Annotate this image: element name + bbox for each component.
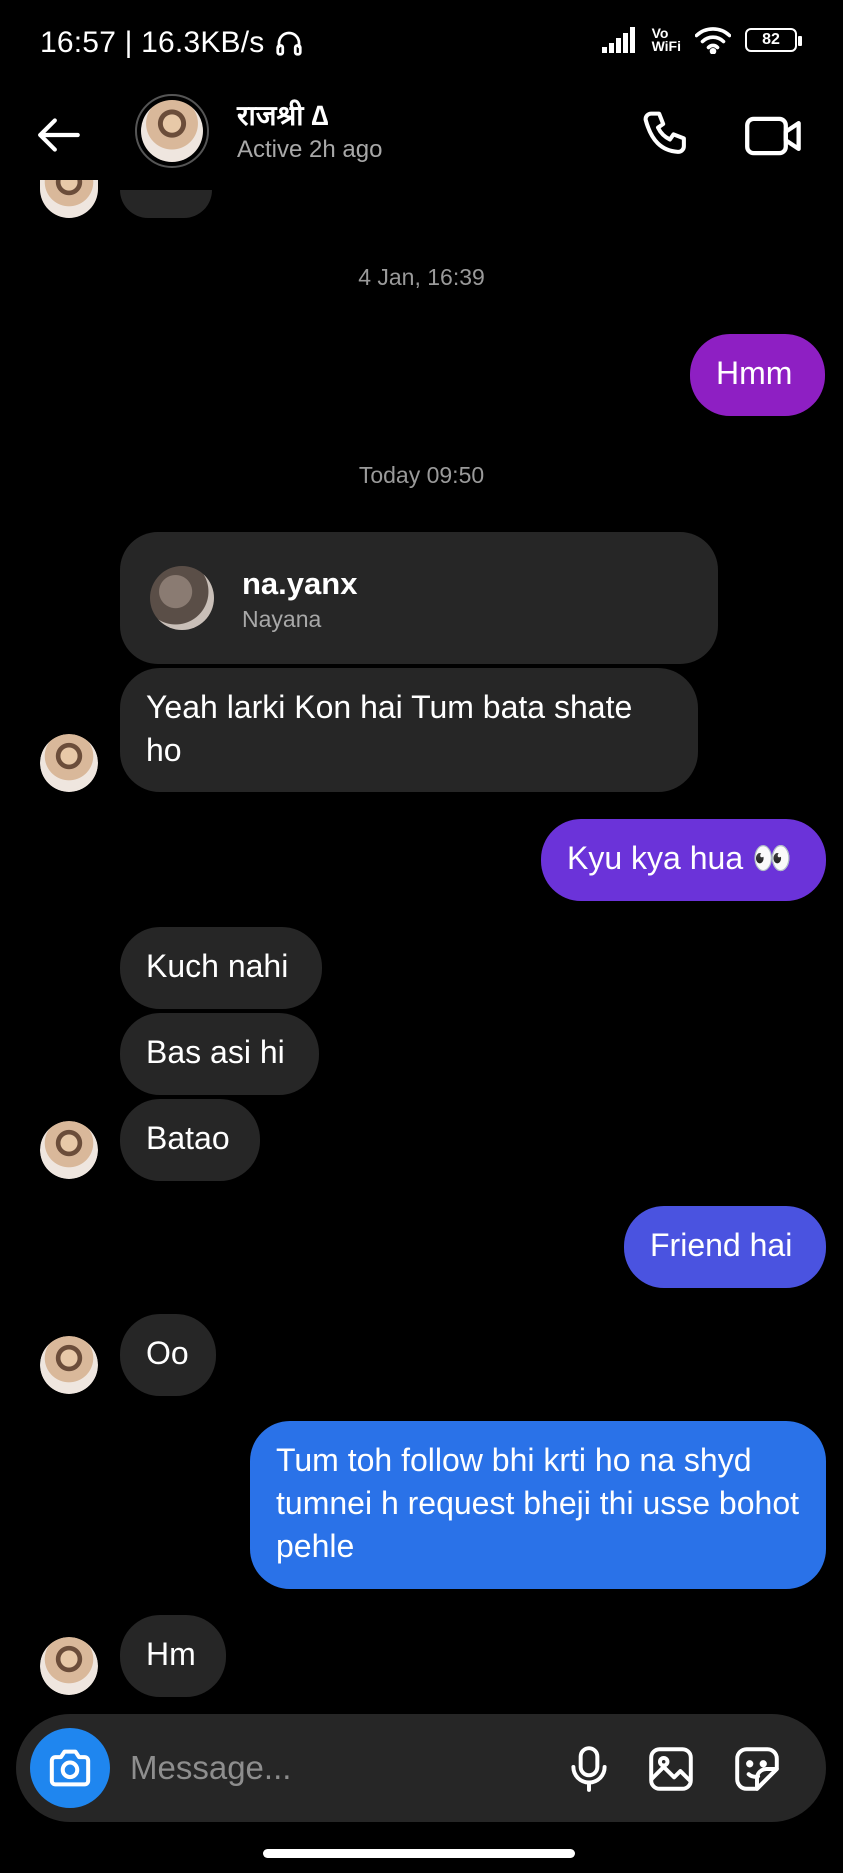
message-composer bbox=[16, 1714, 826, 1822]
signal-icon bbox=[601, 27, 635, 53]
shared-profile-display-name: Nayana bbox=[242, 606, 322, 632]
contact-name[interactable]: राजश्री ∆ bbox=[237, 96, 328, 134]
timestamp-divider: 4 Jan, 16:39 bbox=[358, 264, 485, 290]
headphones-icon bbox=[276, 31, 303, 56]
video-camera-icon[interactable] bbox=[744, 110, 804, 162]
message-input[interactable] bbox=[130, 1742, 470, 1794]
chat-header: राजश्री ∆ Active 2h ago bbox=[0, 92, 843, 182]
battery-indicator: 82 bbox=[745, 28, 802, 52]
message-incoming[interactable]: Kuch nahi bbox=[120, 927, 322, 1009]
message-outgoing[interactable]: Hmm bbox=[690, 334, 825, 416]
status-left: 16:57 | 16.3KB/s bbox=[40, 26, 304, 60]
sender-avatar-partial bbox=[40, 180, 98, 218]
sender-avatar bbox=[40, 1637, 98, 1695]
message-outgoing[interactable]: Friend hai bbox=[624, 1206, 826, 1288]
camera-icon bbox=[49, 1749, 91, 1787]
back-arrow-icon[interactable] bbox=[34, 110, 84, 160]
vowifi-bottom: WiFi bbox=[651, 38, 681, 54]
message-outgoing[interactable]: Tum toh follow bhi krti ho na shyd tumne… bbox=[250, 1421, 826, 1589]
gallery-icon[interactable] bbox=[646, 1744, 696, 1794]
message-incoming[interactable]: Yeah larki Kon hai Tum bata shate ho bbox=[120, 668, 698, 792]
message-outgoing[interactable]: Kyu kya hua 👀 bbox=[541, 819, 826, 901]
wifi-icon bbox=[695, 27, 731, 54]
message-incoming[interactable]: Oo bbox=[120, 1314, 216, 1396]
vowifi-indicator: Vo WiFi bbox=[651, 26, 681, 54]
timestamp-divider: Today 09:50 bbox=[358, 462, 485, 488]
message-incoming[interactable]: Batao bbox=[120, 1099, 260, 1181]
message-incoming[interactable]: Hm bbox=[120, 1615, 226, 1697]
message-incoming[interactable]: Bas asi hi bbox=[120, 1013, 319, 1095]
home-indicator[interactable] bbox=[263, 1849, 575, 1858]
camera-button[interactable] bbox=[30, 1728, 110, 1808]
shared-profile-card[interactable]: na.yanx Nayana bbox=[120, 532, 718, 664]
shared-profile-username: na.yanx bbox=[242, 566, 358, 601]
message-bubble-partial bbox=[120, 190, 212, 218]
sticker-icon[interactable] bbox=[732, 1744, 782, 1794]
status-right: Vo WiFi 82 bbox=[601, 26, 802, 54]
contact-activity-status: Active 2h ago bbox=[237, 136, 383, 163]
sender-avatar bbox=[40, 734, 98, 792]
phone-icon[interactable] bbox=[640, 108, 694, 162]
status-bar: 16:57 | 16.3KB/s Vo WiFi 82 bbox=[0, 0, 843, 90]
contact-avatar[interactable] bbox=[135, 94, 209, 168]
sender-avatar bbox=[40, 1121, 98, 1179]
battery-level: 82 bbox=[762, 31, 780, 48]
status-time-speed: 16:57 | 16.3KB/s bbox=[40, 26, 265, 59]
sender-avatar bbox=[40, 1336, 98, 1394]
microphone-icon[interactable] bbox=[564, 1744, 614, 1794]
contact-avatar-image bbox=[141, 100, 203, 162]
shared-profile-avatar bbox=[150, 566, 214, 630]
